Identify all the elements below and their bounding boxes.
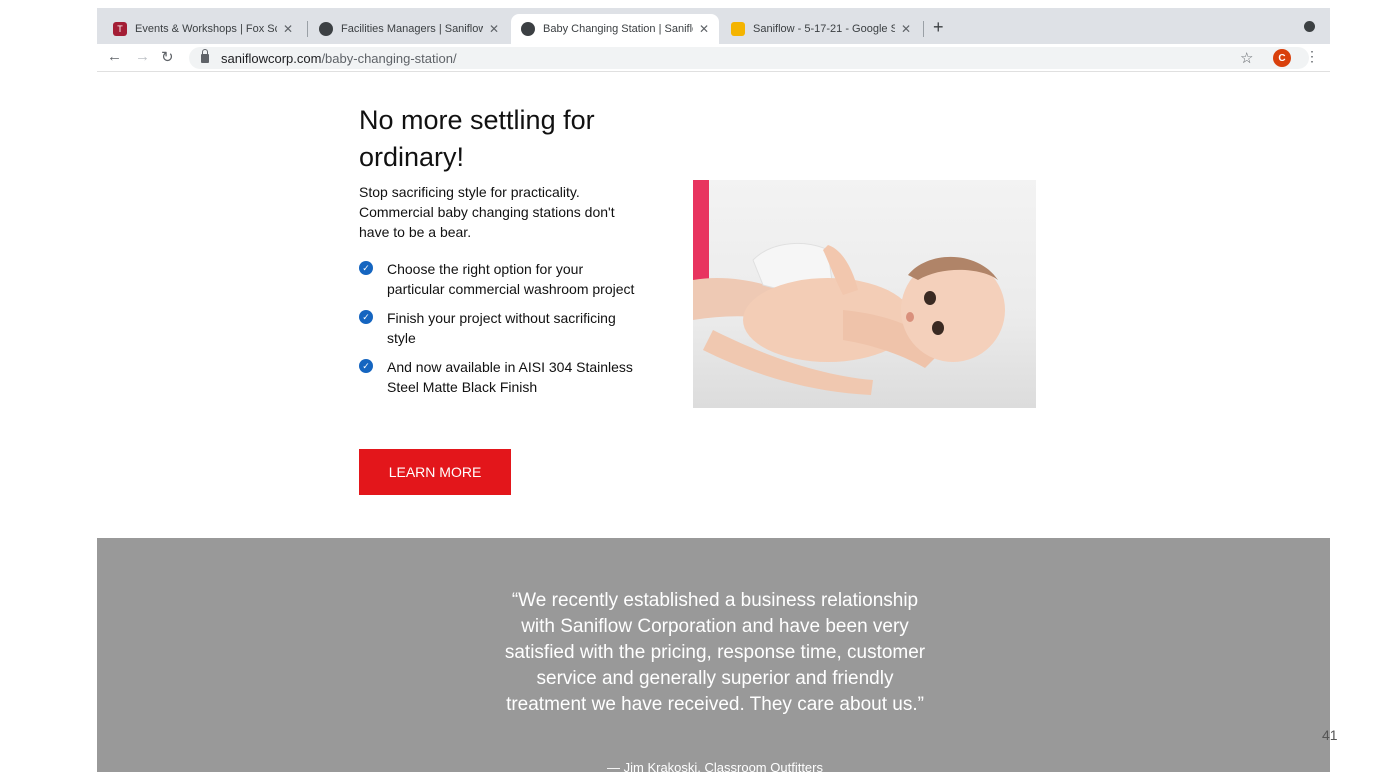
testimonial-quote: “We recently established a business rela… [504, 590, 926, 715]
check-circle-icon: ✓ [359, 261, 373, 275]
web-page-content: No more settling for ordinary! Stop sacr… [97, 72, 1330, 772]
tab-title: Events & Workshops | Fox Scho [135, 23, 277, 35]
tab-title: Baby Changing Station | Saniflo [543, 23, 693, 35]
feature-list: ✓ Choose the right option for your partic… [359, 259, 639, 406]
feature-text: Finish your project without sacrificing … [387, 310, 616, 346]
address-bar[interactable]: saniflowcorp.com/baby-changing-station/ [189, 47, 1309, 69]
profile-avatar[interactable]: C [1273, 49, 1291, 67]
more-menu-icon[interactable]: ⋮ [1305, 48, 1319, 65]
temple-logo-icon: T [113, 22, 127, 36]
feature-text: Choose the right option for your particu… [387, 261, 635, 297]
feature-item: ✓ And now available in AISI 304 Stainless… [359, 357, 639, 397]
tab-title: Saniflow - 5-17-21 - Google Sli [753, 23, 895, 35]
new-tab-button[interactable]: + [933, 17, 944, 38]
testimonial-author: — Jim Krakoski, Classroom Outfitters [607, 760, 823, 772]
lock-icon [201, 48, 209, 63]
tab-search-icon[interactable] [1304, 21, 1315, 32]
close-tab-icon[interactable]: ✕ [489, 22, 499, 36]
close-tab-icon[interactable]: ✕ [901, 22, 911, 36]
globe-icon [319, 22, 333, 36]
url-host: saniflowcorp.com [221, 50, 322, 66]
close-tab-icon[interactable]: ✕ [699, 22, 709, 36]
bookmark-star-icon[interactable]: ☆ [1240, 49, 1253, 67]
feature-item: ✓ Finish your project without sacrificing… [359, 308, 639, 348]
tab-strip: T Events & Workshops | Fox Scho ✕ Facili… [97, 8, 1330, 44]
tab-title: Facilities Managers | Saniflow [341, 23, 483, 35]
tab-baby-changing-station[interactable]: Baby Changing Station | Saniflo ✕ [511, 14, 719, 44]
close-tab-icon[interactable]: ✕ [283, 22, 293, 36]
tab-facilities-managers[interactable]: Facilities Managers | Saniflow ✕ [309, 14, 509, 44]
globe-icon [521, 22, 535, 36]
learn-more-button[interactable]: LEARN MORE [359, 449, 511, 495]
tab-google-slides[interactable]: Saniflow - 5-17-21 - Google Sli ✕ [721, 14, 921, 44]
back-arrow-icon[interactable]: ← [107, 48, 122, 65]
tab-separator [923, 21, 924, 37]
google-slides-icon [731, 22, 745, 36]
testimonial-section: “We recently established a business rela… [97, 538, 1330, 772]
page-headline: No more settling for ordinary! [359, 105, 595, 172]
check-circle-icon: ✓ [359, 310, 373, 324]
slide-number: 41 [1322, 727, 1338, 743]
tab-events-workshops[interactable]: T Events & Workshops | Fox Scho ✕ [103, 14, 303, 44]
browser-window: T Events & Workshops | Fox Scho ✕ Facili… [97, 8, 1330, 772]
baby-on-changing-table-photo [693, 180, 1036, 408]
url-path: /baby-changing-station/ [321, 50, 457, 66]
tab-separator [307, 21, 308, 37]
reload-icon[interactable]: ↻ [161, 48, 174, 66]
check-circle-icon: ✓ [359, 359, 373, 373]
feature-text: And now available in AISI 304 Stainless … [387, 359, 633, 395]
feature-item: ✓ Choose the right option for your partic… [359, 259, 639, 299]
presentation-slide: T Events & Workshops | Fox Scho ✕ Facili… [0, 0, 1375, 772]
browser-toolbar: ← → ↻ saniflowcorp.com/baby-changing-sta… [97, 44, 1330, 72]
forward-arrow-icon[interactable]: → [135, 48, 150, 65]
intro-text: Stop sacrificing style for practicality.… [359, 184, 615, 240]
